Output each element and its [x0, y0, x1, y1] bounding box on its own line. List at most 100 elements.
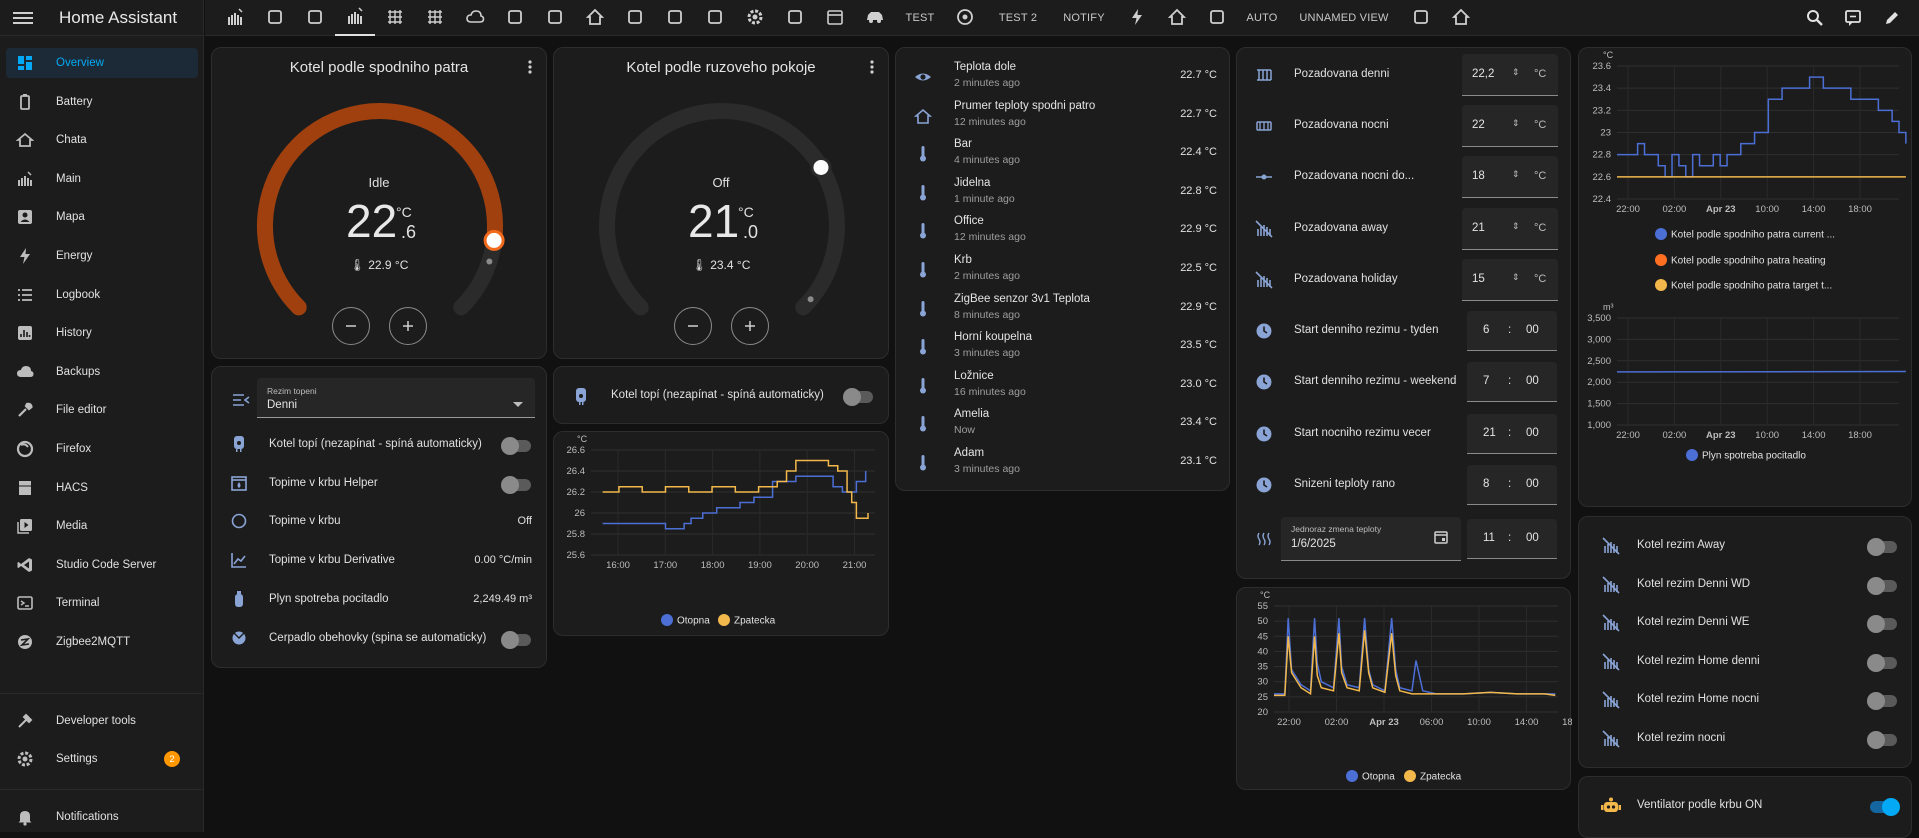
tab-water-boiler-icon[interactable]: [535, 0, 575, 36]
fan-toggle[interactable]: [1870, 801, 1898, 813]
tab-ceiling-light-icon[interactable]: [1197, 0, 1237, 36]
tab-cloud-upload-icon[interactable]: [455, 0, 495, 36]
dial-handle[interactable]: [485, 231, 503, 249]
sidebar-item-backups[interactable]: Backups: [6, 357, 198, 387]
spin-arrows-icon[interactable]: ⇕: [1512, 118, 1520, 129]
tab-heater-icon[interactable]: [375, 0, 415, 36]
tab-unnamed-view[interactable]: UNNAMED VIEW: [1287, 0, 1401, 36]
date-input[interactable]: Jednoraz zmena teploty1/6/2025: [1281, 517, 1461, 561]
temperature-row[interactable]: ZigBee senzor 3v1 Teplota8 minutes ago22…: [896, 290, 1229, 326]
series-line-zpatecka[interactable]: [603, 461, 868, 519]
decrease-button[interactable]: [674, 307, 712, 345]
time-input[interactable]: 11:00: [1467, 519, 1557, 559]
menu-icon[interactable]: [13, 10, 33, 26]
tab-tv-icon[interactable]: [775, 0, 815, 36]
temperature-row[interactable]: AmeliaNow23.4 °C: [896, 405, 1229, 441]
temperature-row[interactable]: Jidelna1 minute ago22.8 °C: [896, 174, 1229, 210]
spin-arrows-icon[interactable]: ⇕: [1512, 67, 1520, 78]
legend-label[interactable]: Zpatecka: [734, 616, 776, 627]
decrease-button[interactable]: [332, 307, 370, 345]
tab-watering-can-icon[interactable]: [655, 0, 695, 36]
search-icon[interactable]: [1805, 8, 1825, 28]
sidebar-item-studio-code-server[interactable]: Studio Code Server: [6, 550, 198, 580]
history-chart[interactable]: °C25.625.82626.226.426.616:0017:0018:001…: [554, 432, 890, 637]
temperature-row[interactable]: Bar4 minutes ago22.4 °C: [896, 135, 1229, 171]
entity-toggle[interactable]: [1869, 657, 1897, 669]
temperature-row[interactable]: Teplota dole2 minutes ago22.7 °C: [896, 58, 1229, 94]
tab-water-icon[interactable]: [495, 0, 535, 36]
legend-swatch[interactable]: [1686, 449, 1698, 461]
time-input[interactable]: 21:00: [1467, 414, 1557, 454]
legend-swatch[interactable]: [661, 614, 673, 626]
rezim-toggle-row[interactable]: Kotel rezim nocni: [1579, 720, 1911, 756]
number-input[interactable]: 18⇕°C: [1462, 156, 1558, 198]
sidebar-item-mapa[interactable]: Mapa: [6, 202, 198, 232]
time-hours[interactable]: 8: [1483, 478, 1489, 490]
sidebar-item-file-editor[interactable]: File editor: [6, 395, 198, 425]
tab-fireplace-icon[interactable]: [295, 0, 335, 36]
tab-home-city-icon[interactable]: [575, 0, 615, 36]
entity-row[interactable]: Topime v krbu Helper: [212, 465, 546, 501]
legend-label[interactable]: Otopna: [1362, 772, 1395, 783]
legend-swatch[interactable]: [1655, 254, 1667, 266]
time-minutes[interactable]: 00: [1526, 478, 1539, 490]
legend-swatch[interactable]: [1655, 228, 1667, 240]
time-minutes[interactable]: 00: [1526, 375, 1539, 387]
number-input[interactable]: 22⇕°C: [1462, 105, 1558, 147]
sidebar-item-notifications[interactable]: Notifications: [6, 802, 198, 832]
tab-flash-radiator-icon[interactable]: [255, 0, 295, 36]
number-input[interactable]: 22,2⇕°C: [1462, 54, 1558, 96]
sidebar-item-terminal[interactable]: Terminal: [6, 588, 198, 618]
history-chart[interactable]: °C202530354045505522:0002:00Apr 2306:001…: [1237, 588, 1572, 791]
sidebar-item-developer-tools[interactable]: Developer tools: [6, 706, 198, 736]
time-hours[interactable]: 6: [1483, 324, 1489, 336]
legend-swatch[interactable]: [1655, 279, 1667, 291]
rezim-toggle-row[interactable]: Kotel rezim Denni WE: [1579, 604, 1911, 640]
rezim-toggle-row[interactable]: Kotel rezim Home nocni: [1579, 681, 1911, 717]
entity-toggle[interactable]: [503, 634, 531, 646]
number-input[interactable]: 15⇕°C: [1462, 259, 1558, 301]
tab-fridge-icon[interactable]: [615, 0, 655, 36]
sidebar-item-main[interactable]: Main: [6, 164, 198, 194]
tab-test-2[interactable]: TEST 2: [985, 0, 1051, 36]
entity-toggle[interactable]: [503, 440, 531, 452]
temperature-row[interactable]: Horní koupelna3 minutes ago23.5 °C: [896, 328, 1229, 364]
tab-test[interactable]: TEST: [895, 0, 945, 36]
history-chart-plyn[interactable]: m³1,0001,5002,0002,5003,0003,50022:0002:…: [1579, 298, 1913, 508]
legend-label[interactable]: Plyn spotreba pocitadlo: [1702, 451, 1806, 462]
rezim-topeni-select[interactable]: Rezim topeni Denni: [257, 378, 535, 418]
rezim-toggle-row[interactable]: Kotel rezim Home denni: [1579, 643, 1911, 679]
spin-arrows-icon[interactable]: ⇕: [1512, 272, 1520, 283]
tab-home-export-icon[interactable]: [1441, 0, 1481, 36]
sidebar-item-media[interactable]: Media: [6, 511, 198, 541]
time-input[interactable]: 7:00: [1467, 362, 1557, 402]
time-minutes[interactable]: 00: [1526, 324, 1539, 336]
tab-cog-icon[interactable]: [735, 0, 775, 36]
temperature-row[interactable]: Office12 minutes ago22.9 °C: [896, 212, 1229, 248]
tab-flash-icon[interactable]: [1117, 0, 1157, 36]
increase-button[interactable]: [389, 307, 427, 345]
sidebar-item-hacs[interactable]: HACS: [6, 473, 198, 503]
entity-toggle[interactable]: [1869, 618, 1897, 630]
rezim-toggle-row[interactable]: Kotel rezim Denni WD: [1579, 566, 1911, 602]
entity-toggle[interactable]: [1869, 541, 1897, 553]
legend-label[interactable]: Kotel podle spodniho patra heating: [1671, 256, 1826, 267]
entity-toggle[interactable]: [1869, 580, 1897, 592]
entity-toggle[interactable]: [503, 479, 531, 491]
tab-car-icon[interactable]: [855, 0, 895, 36]
boiler-toggle[interactable]: [845, 391, 873, 403]
sidebar-item-settings[interactable]: Settings 2: [6, 744, 198, 774]
time-input[interactable]: 8:00: [1467, 465, 1557, 505]
tab-calendar-icon[interactable]: [815, 0, 855, 36]
time-minutes[interactable]: 00: [1526, 427, 1539, 439]
rezim-toggle-row[interactable]: Kotel rezim Away: [1579, 527, 1911, 563]
increase-button[interactable]: [731, 307, 769, 345]
entity-toggle[interactable]: [1869, 695, 1897, 707]
sidebar-item-logbook[interactable]: Logbook: [6, 280, 198, 310]
temperature-row[interactable]: Adam3 minutes ago23.1 °C: [896, 444, 1229, 480]
time-input[interactable]: 6:00: [1467, 311, 1557, 351]
entity-toggle[interactable]: [1869, 734, 1897, 746]
sidebar-item-zigbee2mqtt[interactable]: Zigbee2MQTT: [6, 627, 198, 657]
tab-account-group-icon[interactable]: [695, 0, 735, 36]
tab-radiator-icon[interactable]: [215, 0, 255, 36]
